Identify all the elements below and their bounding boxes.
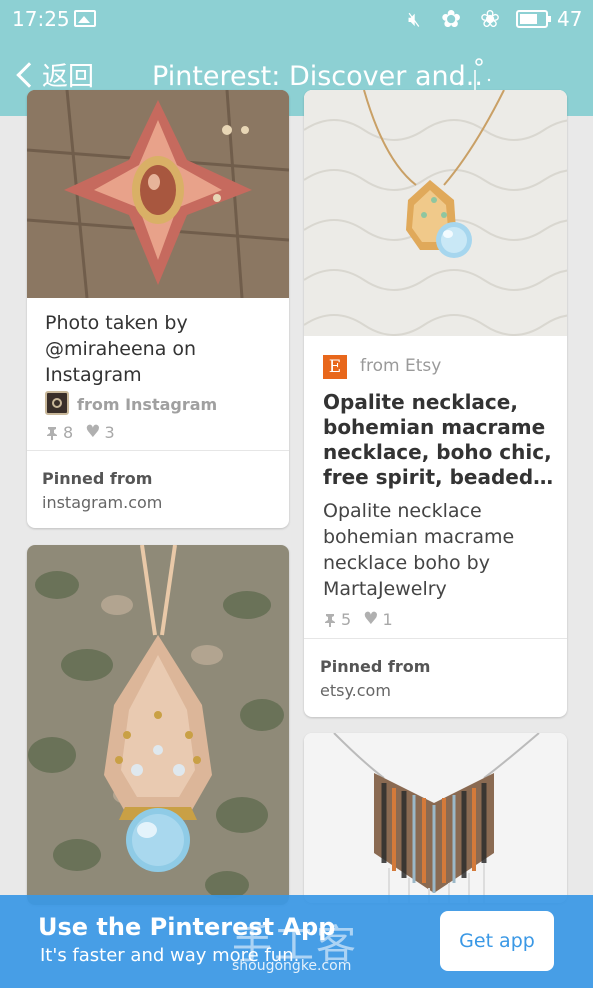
flower-outline-icon: ❀ <box>480 5 501 33</box>
pin-card-instagram[interactable]: Photo taken by @miraheena on Instagram f… <box>27 90 289 528</box>
pin-source[interactable]: from Instagram <box>77 395 217 414</box>
repin-count: 5 ♥ 1 <box>323 609 393 629</box>
pin-image-opalite-necklace[interactable] <box>304 90 567 336</box>
like-number: 3 <box>104 422 115 442</box>
repin-count: 8 ♥ 3 <box>45 422 115 442</box>
battery-percent: 47 <box>557 7 583 31</box>
image-notification-icon <box>74 10 96 27</box>
instagram-avatar <box>45 391 69 415</box>
pin-card-opalite-pendant[interactable] <box>27 545 289 905</box>
pin-card-beaded-necklace[interactable] <box>304 733 567 903</box>
heart-icon: ♥ <box>363 609 379 629</box>
battery-icon <box>516 10 551 28</box>
pin-source[interactable]: from Etsy <box>360 356 441 376</box>
pin-description-line: necklace boho by <box>323 552 490 574</box>
pushpin-icon <box>323 612 337 627</box>
like-number: 1 <box>382 609 393 629</box>
watermark-url: shougongke.com <box>232 958 352 974</box>
pin-card-etsy[interactable]: E from Etsy Opalite necklace, bohemian m… <box>304 90 567 717</box>
flower-icon: ✿ <box>441 5 462 33</box>
pin-title-line: necklace, boho chic, <box>323 440 552 464</box>
pin-description-line: bohemian macrame <box>323 526 515 548</box>
pinned-from-site[interactable]: instagram.com <box>42 493 162 512</box>
repin-number: 5 <box>341 609 352 629</box>
pin-description: Photo taken by @miraheena on Instagram <box>45 310 196 388</box>
pinned-from-label: Pinned from <box>320 657 431 676</box>
etsy-badge-letter: E <box>328 357 342 377</box>
pinned-from-label: Pinned from <box>42 469 153 488</box>
pinned-from-site[interactable]: etsy.com <box>320 681 391 700</box>
pin-description-line: Opalite necklace <box>323 500 482 522</box>
etsy-badge-icon: E <box>323 355 347 379</box>
camera-icon <box>52 398 62 408</box>
back-button[interactable]: 返回 <box>12 56 94 93</box>
pushpin-icon <box>45 425 59 440</box>
divider <box>304 638 567 639</box>
pin-description-line: Instagram <box>45 364 142 386</box>
pin-description-line: @miraheena on <box>45 338 197 360</box>
pin-title-line: free spirit, beaded… <box>323 465 554 489</box>
pin-image-macrame-pendant[interactable] <box>27 90 289 298</box>
get-app-button[interactable]: Get app <box>440 911 554 971</box>
divider <box>27 450 289 451</box>
page-title: Pinterest: Discover and.. <box>152 61 483 92</box>
heart-icon: ♥ <box>85 422 101 442</box>
chevron-left-icon <box>16 61 42 88</box>
back-label: 返回 <box>42 62 95 92</box>
status-time: 17:25 <box>12 7 70 31</box>
mute-icon: 🔇︎ <box>408 7 421 31</box>
status-bar: 17:25 🔇︎ ✿ ❀ 47 <box>0 0 593 38</box>
pin-title: Opalite necklace, bohemian macrame neckl… <box>323 390 553 490</box>
repin-number: 8 <box>63 422 74 442</box>
pin-image-opalite-pendant[interactable] <box>27 545 289 905</box>
pin-title-line: bohemian macrame <box>323 415 546 439</box>
pin-description-line: MartaJewelry <box>323 578 447 600</box>
watermark: 手工客 shougongke.com <box>232 912 358 974</box>
pin-description-line: Photo taken by <box>45 312 188 334</box>
pin-image-beaded-necklace[interactable] <box>304 733 567 903</box>
pin-title-line: Opalite necklace, <box>323 390 518 414</box>
pin-description: Opalite necklace bohemian macrame neckla… <box>323 498 514 602</box>
